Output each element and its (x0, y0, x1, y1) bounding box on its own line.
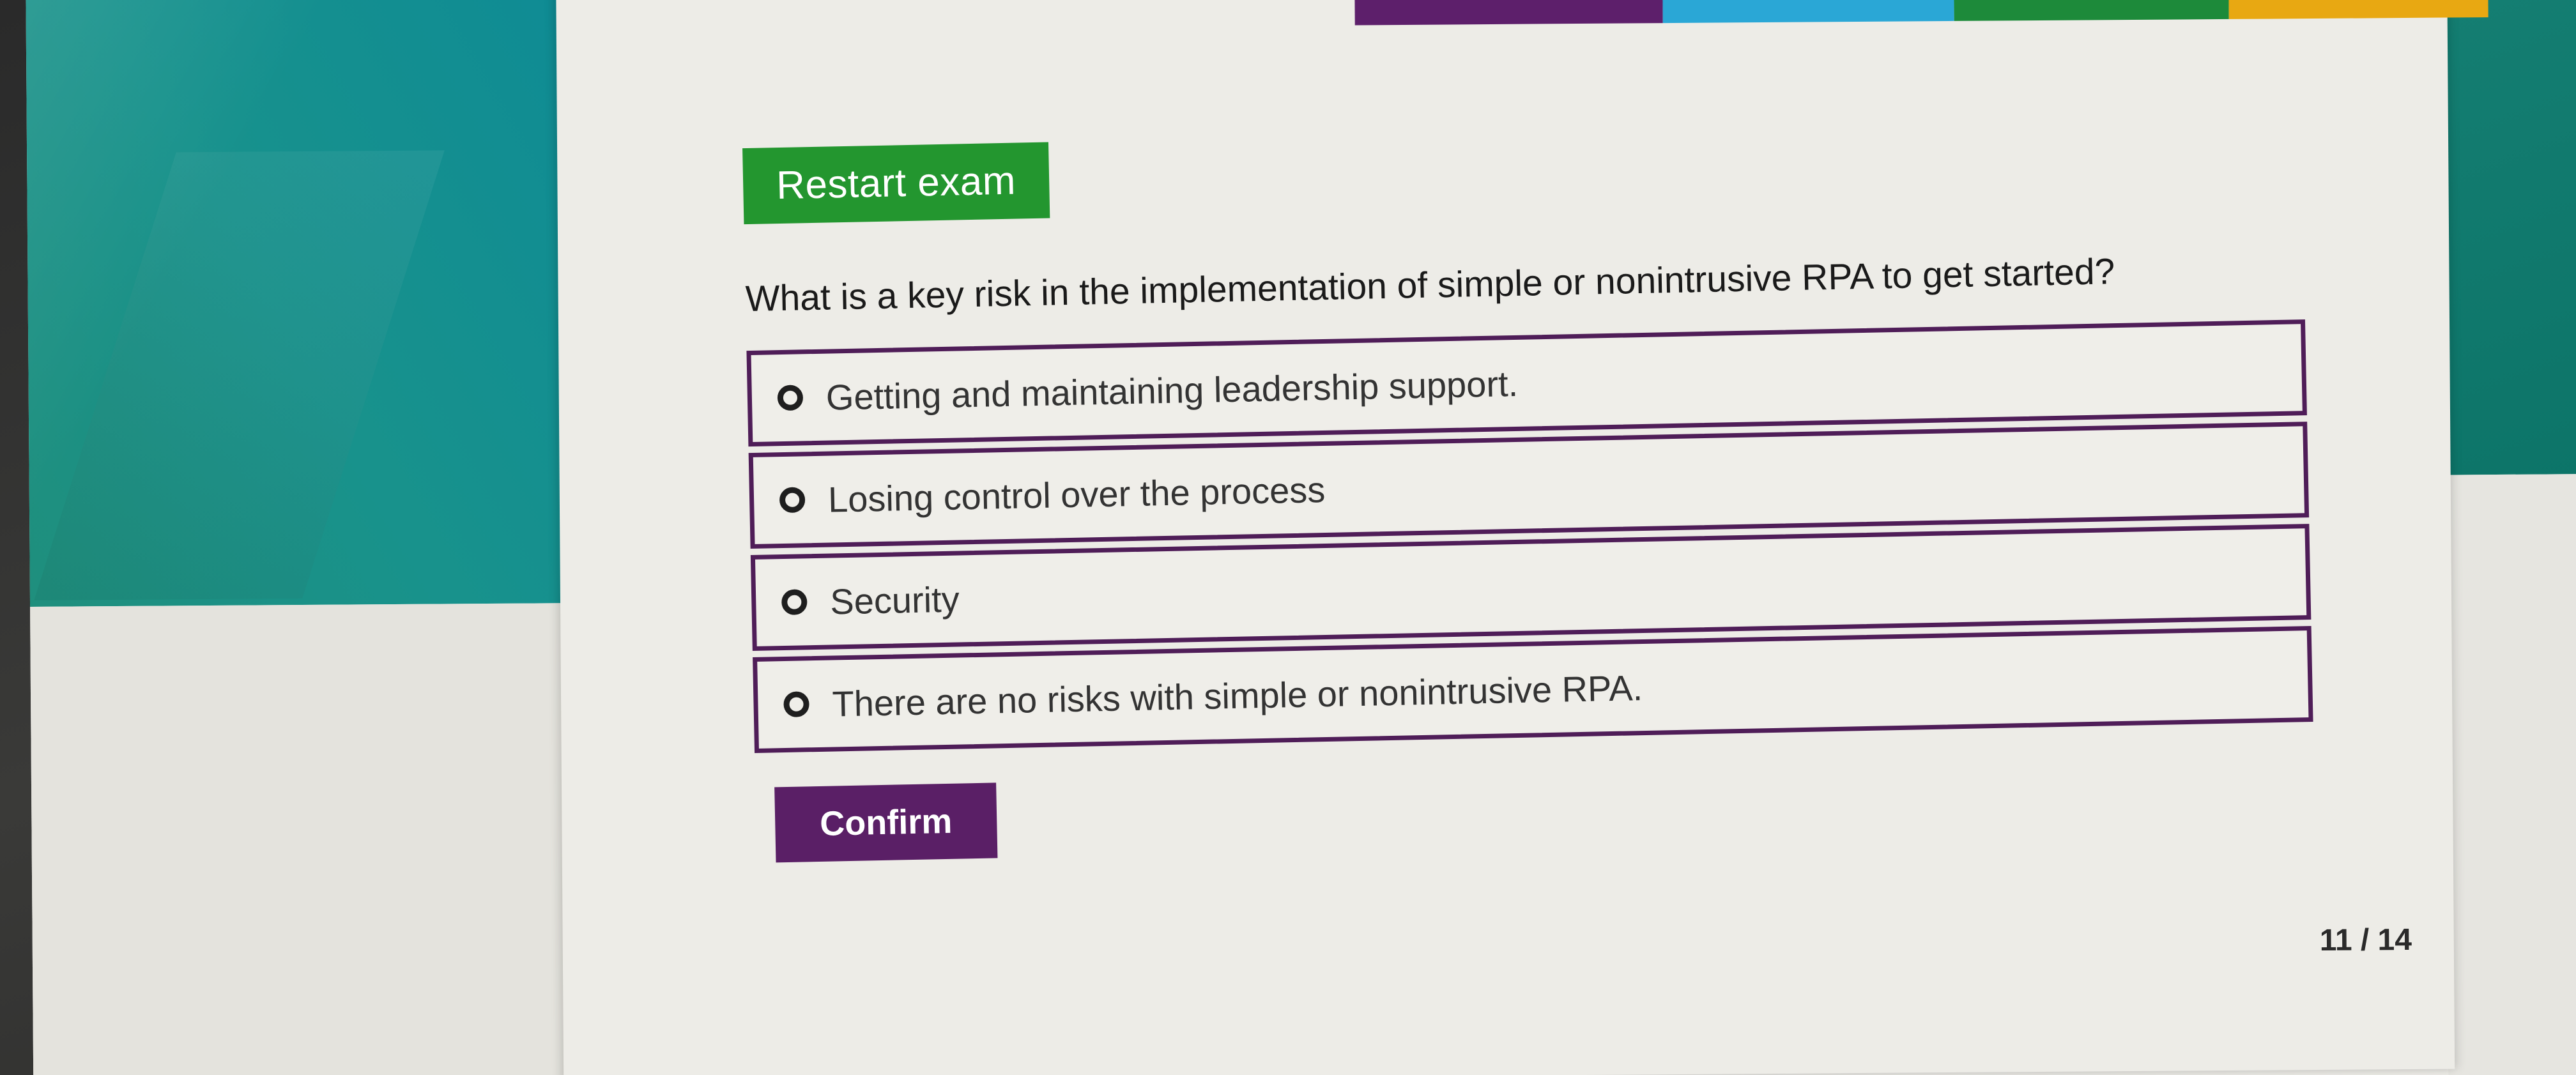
answer-option-label: Security (829, 579, 960, 622)
background-light-right (2444, 473, 2576, 1075)
confirm-button[interactable]: Confirm (774, 782, 998, 863)
monitor-screen: Restart exam What is a key risk in the i… (26, 0, 2576, 1075)
radio-button-icon[interactable] (779, 487, 806, 514)
strip-yellow (2228, 0, 2488, 19)
photo-scene: Restart exam What is a key risk in the i… (0, 0, 2576, 1075)
radio-button-icon[interactable] (777, 385, 804, 411)
answer-option-label: Getting and maintaining leadership suppo… (825, 363, 1519, 418)
answer-options: Getting and maintaining leadership suppo… (746, 319, 2313, 753)
background-teal-left (26, 0, 593, 607)
strip-blue (1662, 0, 1954, 24)
brand-color-strip (1354, 0, 2488, 26)
question-progress: 11 / 14 (2319, 922, 2412, 957)
background-light-left (30, 602, 596, 1075)
strip-purple (1354, 0, 1663, 26)
question-text: What is a key risk in the implementation… (745, 251, 2115, 320)
restart-exam-button[interactable]: Restart exam (742, 142, 1050, 225)
exam-card: Restart exam What is a key risk in the i… (555, 0, 2488, 1075)
answer-option-label: Losing control over the process (827, 469, 1326, 520)
background-teal-right (2440, 0, 2576, 475)
exam-content: Restart exam What is a key risk in the i… (742, 116, 2354, 863)
radio-button-icon[interactable] (783, 691, 809, 718)
answer-option-label: There are no risks with simple or nonint… (831, 667, 1643, 724)
radio-button-icon[interactable] (781, 589, 808, 616)
strip-green (1953, 0, 2229, 21)
